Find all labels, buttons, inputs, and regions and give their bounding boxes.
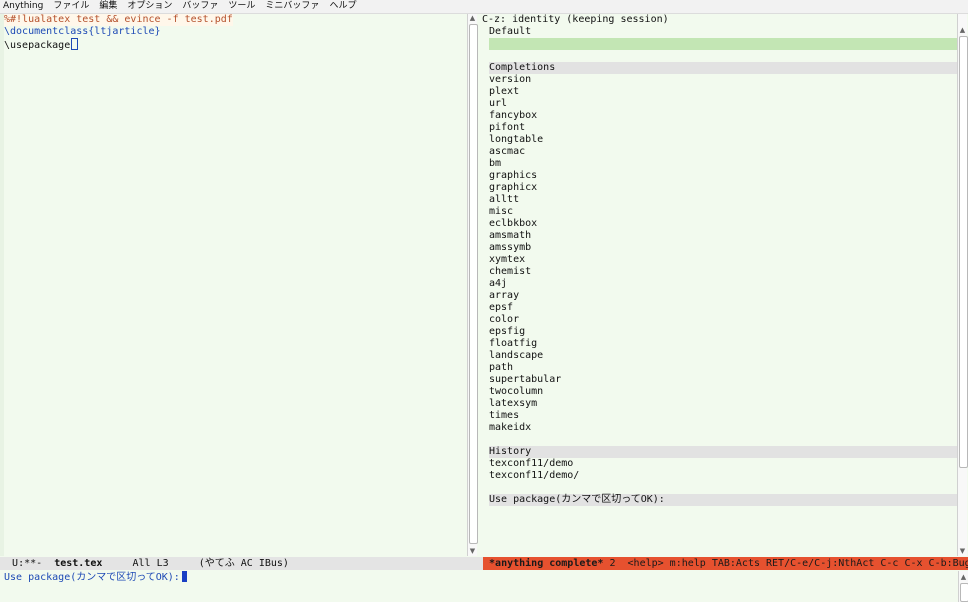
default-label: Default [489,26,532,37]
history-header: History [489,446,958,458]
scroll-down-icon[interactable]: ▼ [468,547,477,556]
menu-minibuffer[interactable]: ミニバッファ [260,0,324,13]
completion-item[interactable]: longtable [478,134,958,146]
modeline-status: U:**- [12,558,43,569]
left-scrollbar[interactable]: ▲ ▼ [467,14,478,556]
completion-item[interactable]: array [478,290,958,302]
completion-item[interactable]: url [478,98,958,110]
menu-edit[interactable]: 編集 [94,0,122,13]
text-cursor [71,38,79,50]
modeline-count: 2 [609,558,616,569]
scroll-up-icon[interactable]: ▲ [959,573,968,582]
minibuffer-scrollbar-thumb[interactable] [960,583,968,602]
completion-item[interactable]: version [478,74,958,86]
menu-options[interactable]: オプション [122,0,177,13]
minibuffer-scrollbar[interactable]: ▲ [958,571,968,602]
minibuffer[interactable]: Use package(カンマで区切ってOK): [0,571,958,602]
menu-tools[interactable]: ツール [223,0,260,13]
editor-line-2[interactable]: \documentclass{ltjarticle} [4,26,161,37]
completion-item[interactable]: pifont [478,122,958,134]
completion-item[interactable]: ascmac [478,146,958,158]
completion-item[interactable]: path [478,362,958,374]
completion-item[interactable]: epsf [478,302,958,314]
selected-candidate[interactable] [489,38,958,50]
completion-item[interactable]: color [478,314,958,326]
scroll-up-icon[interactable]: ▲ [468,14,477,23]
completion-item[interactable]: xymtex [478,254,958,266]
completion-item[interactable]: supertabular [478,374,958,386]
menubar: Anything ファイル 編集 オプション バッファ ツール ミニバッファ ヘルプ [0,0,968,14]
completion-item[interactable]: floatfig [478,338,958,350]
completion-item[interactable]: plext [478,86,958,98]
completion-item[interactable]: fancybox [478,110,958,122]
history-list: texconf11/demo texconf11/demo/ [478,458,958,482]
menu-file[interactable]: ファイル [48,0,94,13]
completion-list: version plext url fancybox pifont longtable as… [478,74,958,434]
completion-item[interactable]: misc [478,206,958,218]
completion-item[interactable]: chemist [478,266,958,278]
completion-item[interactable]: alltt [478,194,958,206]
minibuffer-prompt: Use package(カンマで区切ってOK): [4,572,180,583]
completion-item[interactable]: eclbkbox [478,218,958,230]
completion-item[interactable]: a4j [478,278,958,290]
completion-item[interactable]: graphics [478,170,958,182]
anything-pane: C-z: identity (keeping session) Default … [478,14,958,556]
anything-header: C-z: identity (keeping session) [482,14,669,25]
modeline-right: *anything complete* 2 <help> m:help TAB:… [483,557,968,570]
completion-item[interactable]: times [478,410,958,422]
right-scrollbar[interactable]: ▲ ▼ [957,14,968,556]
history-item[interactable]: texconf11/demo/ [478,470,958,482]
modeline-position: All L3 [132,558,169,569]
completion-item[interactable]: amssymb [478,242,958,254]
completion-item[interactable]: bm [478,158,958,170]
completion-item[interactable]: graphicx [478,182,958,194]
right-scrollbar-thumb[interactable] [959,36,968,468]
menu-anything[interactable]: Anything [0,0,48,13]
history-item[interactable]: texconf11/demo [478,458,958,470]
editor-pane[interactable]: %#!lualatex test && evince -f test.pdf \… [4,14,466,556]
modeline-anything-buffer: *anything complete* [489,558,604,569]
completion-item[interactable]: landscape [478,350,958,362]
scroll-down-icon[interactable]: ▼ [958,547,967,556]
modeline-buffer-name[interactable]: test.tex [54,558,102,569]
completion-item[interactable]: epsfig [478,326,958,338]
modeline-help: <help> m:help TAB:Acts RET/C-e/C-j:NthAc… [627,558,968,569]
completion-item[interactable]: makeidx [478,422,958,434]
editor-line-1[interactable]: %#!lualatex test && evince -f test.pdf [4,14,233,26]
modeline-left: U:**- test.tex All L3 (やてふ AC IBus) [0,557,483,570]
modeline-modes[interactable]: (やてふ AC IBus) [199,558,289,569]
scroll-up-icon[interactable]: ▲ [958,26,967,35]
completion-item[interactable]: twocolumn [478,386,958,398]
left-scrollbar-thumb[interactable] [469,24,478,544]
menu-help[interactable]: ヘルプ [324,0,361,13]
editor-line-3[interactable]: \usepackage [4,40,70,51]
completion-item[interactable]: latexsym [478,398,958,410]
prompt-label: Use package(カンマで区切ってOK): [489,494,958,506]
completion-item[interactable]: amsmath [478,230,958,242]
menu-buffers[interactable]: バッファ [177,0,223,13]
minibuffer-cursor [181,571,187,582]
completions-header: Completions [489,62,958,74]
